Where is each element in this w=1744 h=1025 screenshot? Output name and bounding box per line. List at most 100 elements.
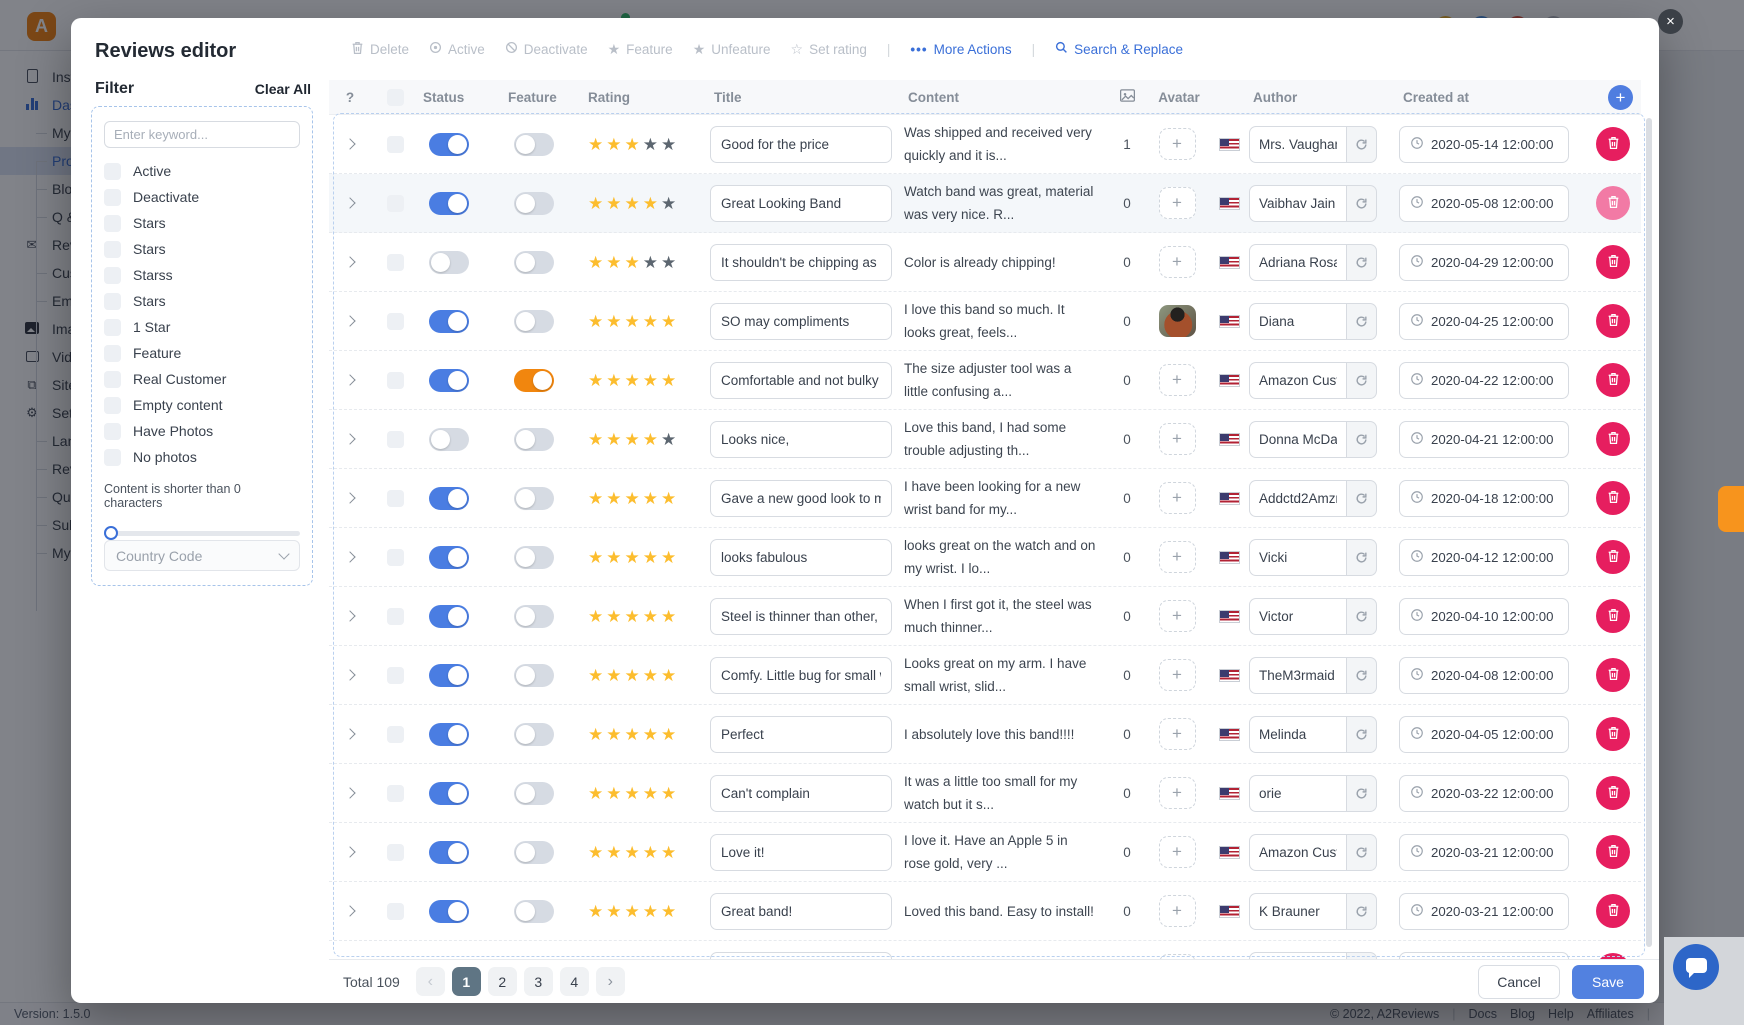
delete-row-button[interactable] [1596,894,1630,928]
delete-row-button[interactable] [1596,540,1630,574]
created-at-field[interactable]: 2020-04-22 12:00:00 [1399,362,1569,399]
star-icon[interactable]: ★ [643,608,658,625]
add-review-button[interactable]: + [1608,85,1633,110]
checkbox-icon[interactable] [104,449,121,466]
status-toggle[interactable] [429,723,469,746]
star-icon[interactable]: ★ [643,903,658,920]
status-toggle[interactable] [429,369,469,392]
title-input[interactable] [710,421,892,458]
select-all-checkbox[interactable] [387,89,404,106]
star-icon[interactable]: ★ [625,667,640,684]
star-icon[interactable]: ★ [606,195,621,212]
star-icon[interactable]: ★ [625,372,640,389]
title-input[interactable] [710,598,892,635]
created-at-field[interactable]: 2020-03-21 12:00:00 [1399,834,1569,871]
star-icon[interactable]: ★ [606,608,621,625]
row-checkbox[interactable] [387,785,404,802]
expand-row-icon[interactable] [344,197,355,208]
add-avatar-button[interactable]: + [1159,659,1196,691]
expand-row-icon[interactable] [344,492,355,503]
row-checkbox[interactable] [387,313,404,330]
row-checkbox[interactable] [387,372,404,389]
slider-thumb[interactable] [104,526,118,540]
feature-toggle[interactable] [514,723,554,746]
close-modal-button[interactable]: × [1658,9,1683,34]
star-icon[interactable]: ★ [606,136,621,153]
title-input[interactable] [710,657,892,694]
expand-row-icon[interactable] [344,728,355,739]
star-icon[interactable]: ★ [625,136,640,153]
avatar-photo[interactable] [1159,305,1196,337]
star-icon[interactable]: ★ [588,903,603,920]
star-icon[interactable]: ★ [643,726,658,743]
star-icon[interactable]: ★ [588,667,603,684]
author-input[interactable] [1249,480,1346,517]
add-avatar-button[interactable]: + [1159,423,1196,455]
delete-row-button[interactable] [1596,304,1630,338]
star-icon[interactable]: ★ [606,431,621,448]
filter-checkbox-row[interactable]: Stars [104,236,300,262]
author-input[interactable] [1249,244,1346,281]
filter-checkbox-row[interactable]: Active [104,158,300,184]
checkbox-icon[interactable] [104,319,121,336]
filter-checkbox-row[interactable]: Stars [104,288,300,314]
delete-row-button[interactable] [1596,186,1630,220]
row-checkbox[interactable] [387,608,404,625]
filter-checkbox-row[interactable]: No photos [104,444,300,470]
feature-toggle[interactable] [514,133,554,156]
clear-all-button[interactable]: Clear All [255,81,311,97]
star-icon[interactable]: ★ [625,313,640,330]
feature-toggle[interactable] [514,251,554,274]
star-icon[interactable]: ★ [625,608,640,625]
star-icon[interactable]: ★ [588,431,603,448]
star-icon[interactable]: ★ [625,490,640,507]
author-input[interactable] [1249,657,1346,694]
created-at-field[interactable]: 2020-04-10 12:00:00 [1399,598,1569,635]
row-checkbox[interactable] [387,903,404,920]
star-icon[interactable]: ★ [661,254,676,271]
delete-row-button[interactable] [1596,835,1630,869]
created-at-field[interactable]: 2020-04-05 12:00:00 [1399,716,1569,753]
star-icon[interactable]: ★ [588,490,603,507]
expand-row-icon[interactable] [344,610,355,621]
created-at-field[interactable]: 2020-04-25 12:00:00 [1399,303,1569,340]
expand-row-icon[interactable] [344,787,355,798]
add-avatar-button[interactable]: + [1159,836,1196,868]
status-toggle[interactable] [429,310,469,333]
star-icon[interactable]: ★ [643,254,658,271]
title-input[interactable] [710,539,892,576]
status-toggle[interactable] [429,192,469,215]
title-input[interactable] [710,834,892,871]
star-icon[interactable]: ★ [606,726,621,743]
author-input[interactable] [1249,362,1346,399]
row-checkbox[interactable] [387,490,404,507]
status-toggle[interactable] [429,841,469,864]
star-icon[interactable]: ★ [661,608,676,625]
filter-checkbox-row[interactable]: 1 Star [104,314,300,340]
author-input[interactable] [1249,598,1346,635]
feature-toggle[interactable] [514,487,554,510]
toolbar-deactivate-button[interactable]: Deactivate [505,41,588,57]
status-toggle[interactable] [429,428,469,451]
title-input[interactable] [710,185,892,222]
regenerate-author-button[interactable] [1346,539,1377,576]
table-scrollbar[interactable] [1646,118,1652,947]
star-icon[interactable]: ★ [625,195,640,212]
star-icon[interactable]: ★ [661,195,676,212]
author-input[interactable] [1249,303,1346,340]
add-avatar-button[interactable]: + [1159,718,1196,750]
star-icon[interactable]: ★ [588,313,603,330]
page-button-3[interactable]: 3 [524,967,553,996]
created-at-field[interactable]: 2020-05-08 12:00:00 [1399,185,1569,222]
checkbox-icon[interactable] [104,241,121,258]
checkbox-icon[interactable] [104,345,121,362]
feature-toggle[interactable] [514,782,554,805]
feature-toggle[interactable] [514,841,554,864]
star-icon[interactable]: ★ [588,844,603,861]
checkbox-icon[interactable] [104,397,121,414]
author-input[interactable] [1249,185,1346,222]
star-icon[interactable]: ★ [588,254,603,271]
author-input[interactable] [1249,952,1346,960]
add-avatar-button[interactable]: + [1159,482,1196,514]
checkbox-icon[interactable] [104,423,121,440]
